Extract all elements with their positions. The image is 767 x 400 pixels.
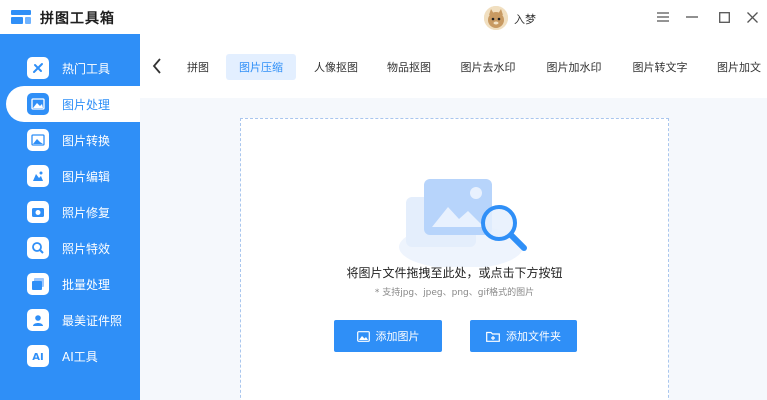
id-photo-icon bbox=[27, 309, 49, 331]
svg-text:AI: AI bbox=[32, 352, 43, 363]
sidebar-item-ai-tools[interactable]: AI AI工具 bbox=[0, 338, 140, 374]
sidebar-item-label: 照片修复 bbox=[62, 205, 111, 220]
add-folder-label: 添加文件夹 bbox=[506, 330, 561, 343]
drop-zone-title: 将图片文件拖拽至此处，或点击下方按钮 bbox=[346, 266, 563, 280]
photo-effect-icon bbox=[27, 237, 49, 259]
image-icon bbox=[356, 330, 370, 342]
sidebar-item-image-process[interactable]: 图片处理 bbox=[6, 86, 140, 122]
username[interactable]: 入梦 bbox=[514, 11, 536, 27]
sidebar-item-image-edit[interactable]: 图片编辑 bbox=[0, 158, 140, 194]
batch-process-icon bbox=[27, 273, 49, 295]
sidebar-item-batch-process[interactable]: 批量处理 bbox=[0, 266, 140, 302]
tab-image-to-text[interactable]: 图片转文字 bbox=[624, 54, 696, 80]
sidebar-item-label: 最美证件照 bbox=[62, 313, 123, 328]
sidebar-item-label: 图片编辑 bbox=[62, 169, 111, 184]
sidebar-item-photo-repair[interactable]: 照片修复 bbox=[0, 194, 140, 230]
title-bar: 拼图工具箱 入梦 bbox=[0, 0, 767, 34]
sidebar-item-photo-effect[interactable]: 照片特效 bbox=[0, 230, 140, 266]
tab-object-cutout[interactable]: 物品抠图 bbox=[377, 54, 441, 80]
sidebar-item-label: 图片转换 bbox=[62, 133, 111, 148]
maximize-icon[interactable] bbox=[715, 8, 733, 26]
sidebar-item-label: 批量处理 bbox=[62, 277, 111, 292]
add-image-label: 添加图片 bbox=[375, 330, 420, 343]
tab-add-watermark[interactable]: 图片加水印 bbox=[538, 54, 610, 80]
tab-image-add-text[interactable]: 图片加文 bbox=[710, 54, 767, 80]
tab-portrait-cutout[interactable]: 人像抠图 bbox=[304, 54, 368, 80]
hot-tools-icon bbox=[27, 57, 49, 79]
sidebar-item-image-convert[interactable]: 图片转换 bbox=[0, 122, 140, 158]
close-icon[interactable] bbox=[743, 8, 761, 26]
image-search-illustration bbox=[399, 179, 527, 267]
tab-puzzle[interactable]: 拼图 bbox=[177, 54, 219, 80]
sidebar-item-label: 照片特效 bbox=[62, 241, 111, 256]
image-convert-icon bbox=[27, 129, 49, 151]
chevron-left-icon[interactable] bbox=[148, 54, 166, 78]
image-process-icon bbox=[27, 93, 49, 115]
tab-bar: 拼图 图片压缩 人像抠图 物品抠图 图片去水印 图片加水印 图片转文字 图片加文 bbox=[140, 34, 767, 98]
menu-icon[interactable] bbox=[654, 8, 672, 26]
cat-avatar-icon bbox=[484, 6, 508, 30]
tab-remove-watermark[interactable]: 图片去水印 bbox=[452, 54, 524, 80]
sidebar-item-label: 图片处理 bbox=[62, 97, 111, 112]
main-area: 将图片文件拖拽至此处，或点击下方按钮 * 支持jpg、jpeg、png、gif格… bbox=[140, 98, 767, 400]
add-image-button[interactable]: 添加图片 bbox=[334, 320, 442, 352]
sidebar-item-label: 热门工具 bbox=[62, 61, 111, 76]
photo-repair-icon bbox=[27, 201, 49, 223]
app-logo-icon bbox=[11, 10, 31, 24]
tab-image-compress[interactable]: 图片压缩 bbox=[226, 54, 296, 80]
sidebar-item-label: AI工具 bbox=[62, 349, 98, 364]
add-folder-button[interactable]: 添加文件夹 bbox=[470, 320, 577, 352]
user-avatar[interactable] bbox=[484, 6, 508, 30]
image-edit-icon bbox=[27, 165, 49, 187]
app-title: 拼图工具箱 bbox=[40, 11, 115, 27]
drop-zone-hint: * 支持jpg、jpeg、png、gif格式的图片 bbox=[374, 288, 535, 298]
ai-tools-icon: AI bbox=[27, 345, 49, 367]
folder-add-icon bbox=[486, 331, 500, 342]
sidebar: 热门工具 图片处理 图片转换 图片编辑 照片修复 照片特效 批量处理 最美证件照… bbox=[0, 34, 140, 400]
sidebar-item-hot-tools[interactable]: 热门工具 bbox=[0, 50, 140, 86]
minimize-icon[interactable] bbox=[683, 8, 701, 26]
drop-zone[interactable]: 将图片文件拖拽至此处，或点击下方按钮 * 支持jpg、jpeg、png、gif格… bbox=[240, 118, 669, 400]
sidebar-item-id-photo[interactable]: 最美证件照 bbox=[0, 302, 140, 338]
